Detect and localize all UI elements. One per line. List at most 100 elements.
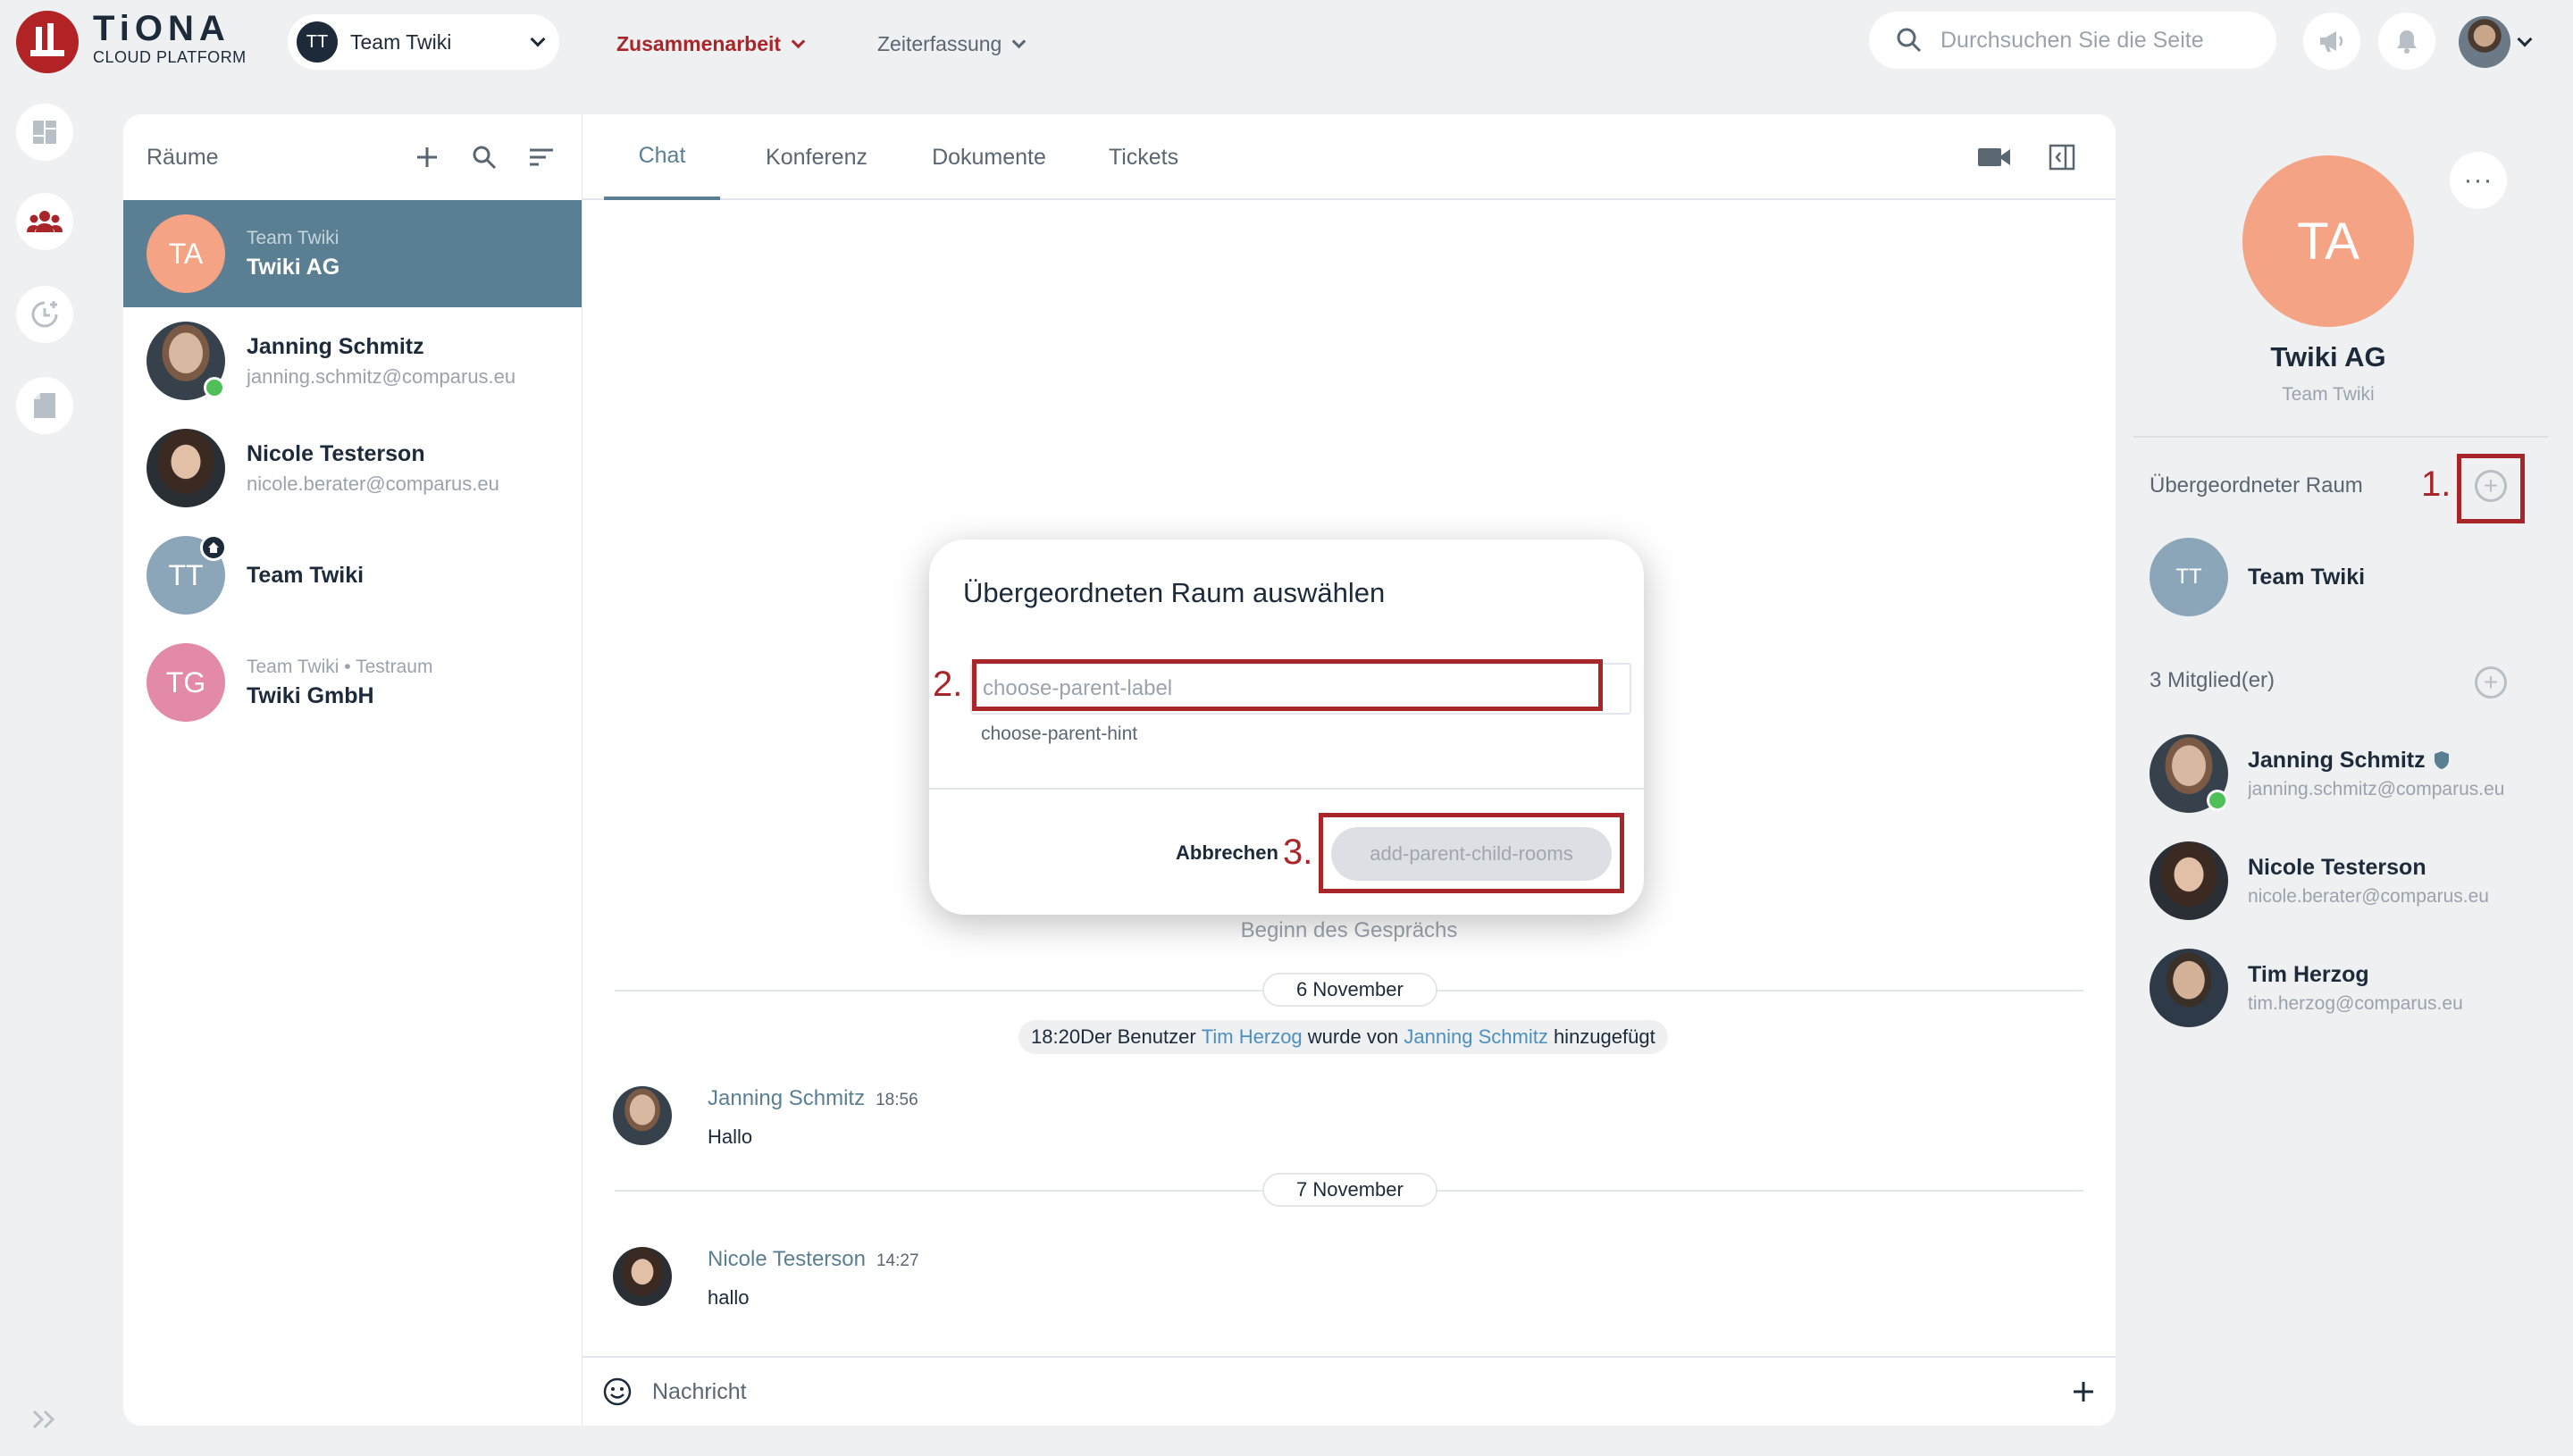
message-time: 14:27 — [876, 1251, 919, 1270]
home-icon — [200, 534, 227, 561]
annotation-box — [2457, 454, 2525, 523]
tab-tickets[interactable]: Tickets — [1090, 114, 1197, 200]
online-status-icon — [204, 377, 225, 398]
rooms-panel: Räume TA Team Twiki Twiki AG Janning Sch… — [123, 114, 582, 1426]
user-link[interactable]: Tim Herzog — [1202, 1025, 1303, 1049]
parent-room-name: Team Twiki — [2248, 564, 2366, 590]
annotation-box — [972, 659, 1603, 711]
annotation-1: 1. — [2421, 464, 2451, 504]
rail-time-tracking[interactable] — [16, 286, 73, 343]
more-options-button[interactable]: ··· — [2450, 152, 2507, 209]
online-status-icon — [2207, 790, 2228, 811]
message-input[interactable] — [652, 1378, 2071, 1405]
message-text: Hallo — [708, 1125, 753, 1148]
date-badge: 6 November — [1262, 973, 1437, 1007]
member-item[interactable]: Janning Schmitz janning.schmitz@comparus… — [2150, 734, 2516, 813]
room-parent: Team Twiki • Testraum — [247, 656, 433, 677]
rail-collaboration[interactable] — [16, 193, 73, 250]
parent-room-item[interactable]: TT Team Twiki — [2150, 538, 2516, 616]
search-box[interactable] — [1869, 12, 2276, 69]
megaphone-icon — [2320, 31, 2343, 52]
search-rooms-button[interactable] — [466, 139, 502, 175]
cancel-button[interactable]: Abbrechen — [1176, 841, 1278, 865]
logo-subtitle: CLOUD PLATFORM — [93, 48, 247, 66]
toggle-sidebar-button[interactable] — [2044, 139, 2080, 175]
member-item[interactable]: Nicole Testerson nicole.berater@comparus… — [2150, 841, 2516, 920]
tab-dokumente[interactable]: Dokumente — [913, 114, 1065, 200]
team-selector[interactable]: TT Team Twiki — [288, 14, 559, 70]
chevron-down-icon — [1012, 34, 1027, 49]
annotation-3: 3. — [1283, 833, 1313, 872]
tab-chat[interactable]: Chat — [604, 114, 720, 200]
nav-zusammenarbeit[interactable]: Zusammenarbeit — [616, 32, 806, 56]
emoji-icon[interactable] — [602, 1377, 633, 1407]
room-email: nicole.berater@comparus.eu — [247, 472, 499, 495]
expand-icon — [32, 1410, 55, 1429]
video-camera-icon — [1978, 148, 2010, 166]
room-info-panel: TA ··· Twiki AG Team Twiki Übergeordnete… — [2116, 86, 2573, 1456]
team-selector-label: Team Twiki — [350, 29, 452, 54]
message-author[interactable]: Janning Schmitz — [708, 1086, 865, 1111]
time-tracking-icon — [31, 301, 58, 328]
conversation-start: Beginn des Gesprächs — [1240, 918, 1458, 942]
room-item-team-twiki[interactable]: TT Team Twiki — [123, 522, 582, 629]
member-item[interactable]: Tim Herzog tim.herzog@comparus.eu — [2150, 949, 2516, 1027]
logo-title: TiONA — [93, 9, 230, 48]
room-item-nicole-testerson[interactable]: Nicole Testerson nicole.berater@comparus… — [123, 414, 582, 522]
message-time: 18:56 — [876, 1091, 918, 1109]
add-member-button[interactable]: + — [2475, 666, 2507, 699]
team-avatar: TT — [297, 21, 338, 63]
rooms-title: Räume — [147, 144, 219, 170]
notifications-button[interactable] — [2378, 13, 2435, 70]
annotation-2: 2. — [933, 665, 963, 704]
user-menu[interactable] — [2459, 16, 2533, 68]
document-icon — [34, 393, 55, 418]
rail-expand[interactable] — [30, 1408, 61, 1435]
room-avatar-large: TA — [2242, 155, 2414, 327]
system-time: 18:20 — [1031, 1025, 1081, 1048]
user-avatar — [2459, 16, 2510, 68]
avatar — [2150, 734, 2228, 813]
nav-label: Zusammenarbeit — [616, 32, 782, 55]
parent-room-title: Übergeordneter Raum — [2150, 473, 2363, 498]
dialog-hint: choose-parent-hint — [981, 724, 1138, 744]
room-item-twiki-gmbh[interactable]: TG Team Twiki • Testraum Twiki GmbH — [123, 629, 582, 736]
system-message: 18:20 Der Benutzer Tim Herzog wurde von … — [1018, 1020, 1668, 1054]
message-composer — [582, 1356, 2116, 1426]
message-author[interactable]: Nicole Testerson — [708, 1247, 866, 1272]
room-item-janning-schmitz[interactable]: Janning Schmitz janning.schmitz@comparus… — [123, 307, 582, 414]
search-input[interactable] — [1940, 27, 2262, 54]
add-room-button[interactable] — [409, 139, 445, 175]
message-avatar[interactable] — [613, 1086, 672, 1145]
announcement-button[interactable] — [2303, 13, 2360, 70]
nav-zeiterfassung[interactable]: Zeiterfassung — [877, 32, 1027, 56]
chevron-down-icon — [2517, 31, 2533, 47]
chat-tabs: Chat Konferenz Dokumente Tickets — [582, 114, 2116, 200]
room-name: Twiki GmbH — [247, 682, 374, 708]
dashboard-icon — [33, 121, 56, 144]
room-item-twiki-ag[interactable]: TA Team Twiki Twiki AG — [123, 200, 582, 307]
member-email: tim.herzog@comparus.eu — [2248, 992, 2463, 1014]
room-title: Twiki AG — [2270, 341, 2386, 372]
tiona-logo-icon[interactable] — [16, 11, 79, 73]
bell-icon — [2397, 30, 2417, 54]
rail-dashboard[interactable] — [16, 104, 73, 161]
member-name: Nicole Testerson — [2248, 854, 2426, 880]
sidebar-toggle-icon — [2049, 144, 2075, 171]
room-name: Twiki AG — [247, 254, 340, 280]
room-avatar: TG — [147, 643, 225, 722]
user-link[interactable]: Janning Schmitz — [1404, 1025, 1547, 1049]
member-email: nicole.berater@comparus.eu — [2248, 885, 2489, 907]
video-call-button[interactable] — [1976, 139, 2012, 175]
system-text: Der Benutzer — [1080, 1025, 1202, 1048]
sort-rooms-button[interactable] — [524, 139, 559, 175]
message-avatar[interactable] — [613, 1247, 672, 1306]
avatar — [147, 429, 225, 507]
people-icon — [27, 211, 63, 232]
tab-konferenz[interactable]: Konferenz — [743, 114, 890, 200]
room-parent: Team Twiki — [247, 227, 339, 248]
rail-documents[interactable] — [16, 377, 73, 434]
room-name: Nicole Testerson — [247, 440, 425, 466]
annotation-box — [1319, 813, 1624, 893]
plus-icon[interactable] — [2071, 1379, 2096, 1404]
